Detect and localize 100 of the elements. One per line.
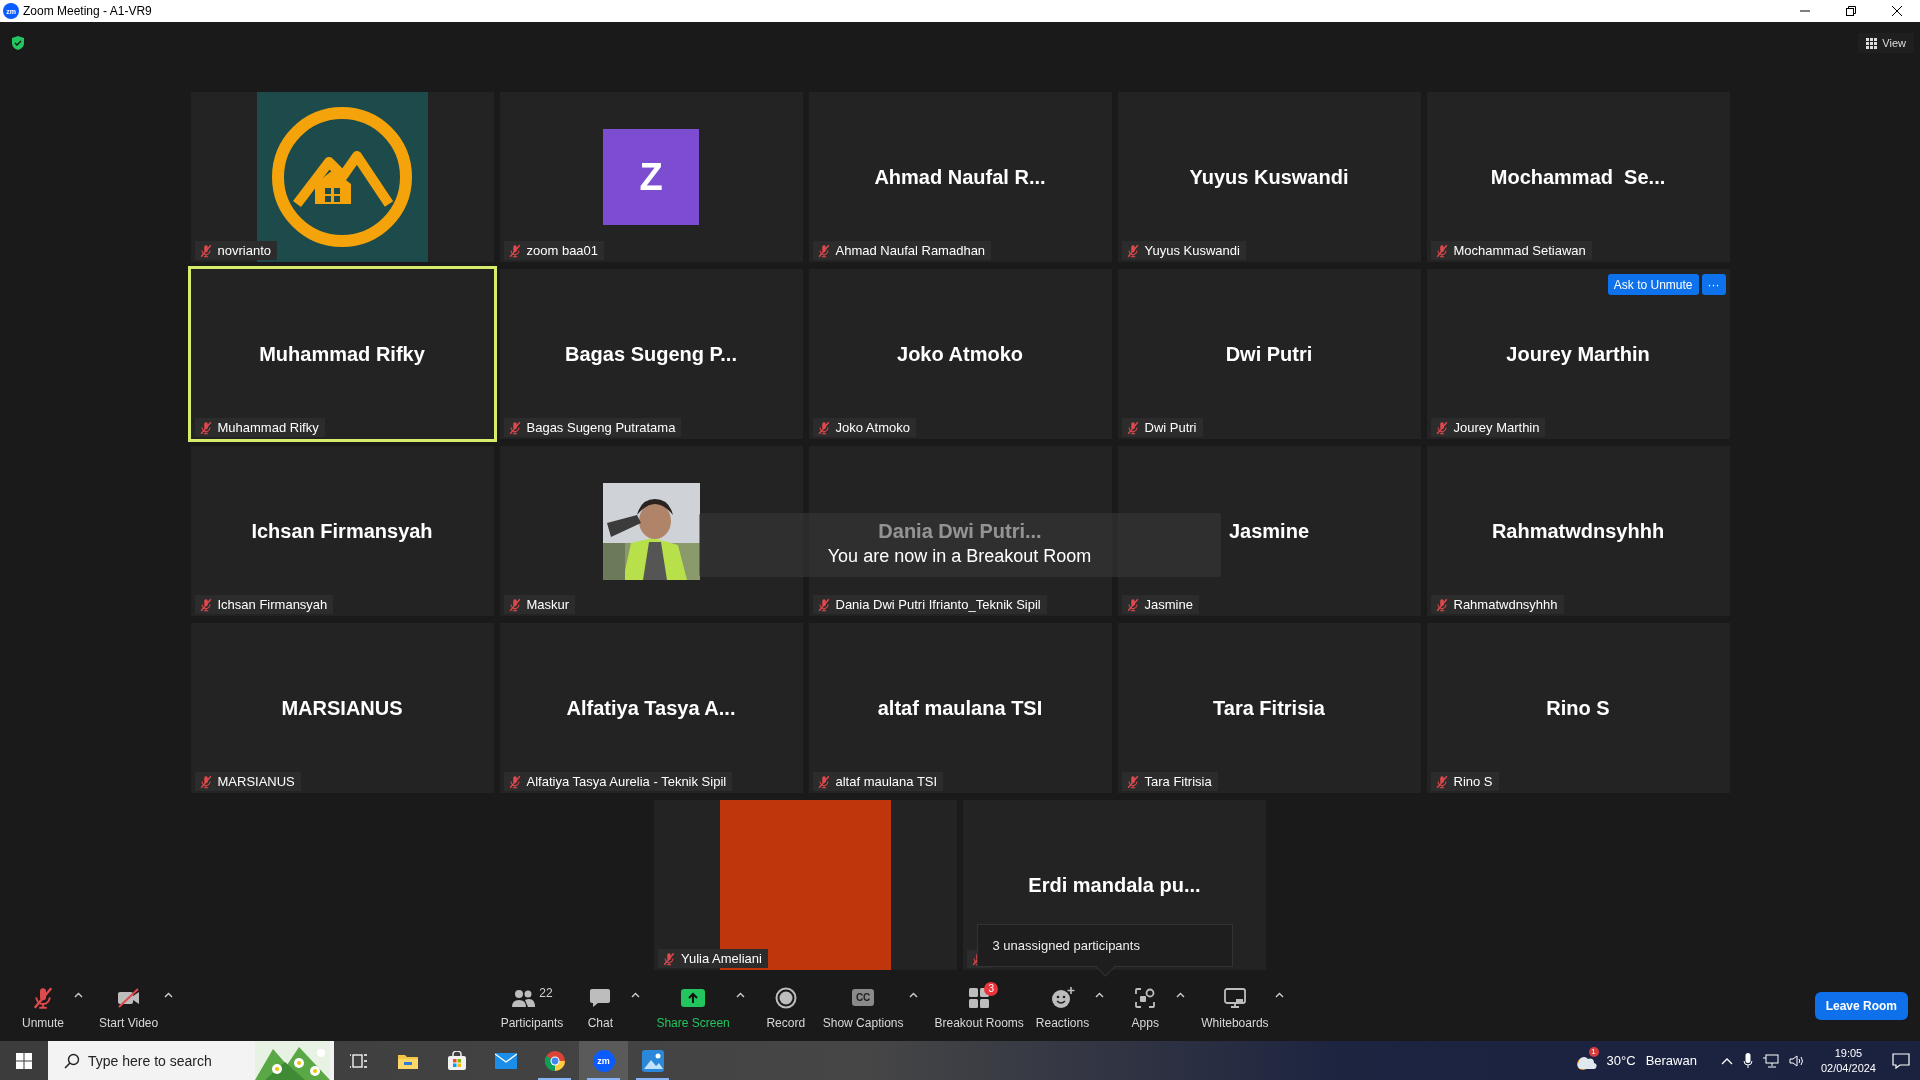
avatar: Z xyxy=(603,129,699,225)
participant-name: novrianto xyxy=(217,243,271,258)
weather-condition: Berawan xyxy=(1645,1053,1697,1068)
clock-time[interactable]: 19:05 xyxy=(1834,1045,1863,1061)
participant-name: Bagas Sugeng Putratama xyxy=(526,420,676,435)
participant-name: Maskur xyxy=(526,597,570,612)
participant-name: Ichsan Firmansyah xyxy=(251,519,433,543)
participant-name: Joko Atmoko xyxy=(835,420,910,435)
participant-name: MARSIANUS xyxy=(217,774,295,789)
task-view-icon xyxy=(349,1052,368,1069)
participant-name: altaf maulana TSI xyxy=(877,696,1043,720)
tooltip: 3 unassigned participants xyxy=(976,924,1233,967)
participant-name: Rahmatwdnsyhhh xyxy=(1491,519,1665,543)
notifications-icon[interactable] xyxy=(1892,1052,1910,1069)
chevron-up-icon[interactable] xyxy=(1720,1056,1733,1065)
participant-count: 22 xyxy=(539,985,553,1000)
caret-icon[interactable] xyxy=(1176,991,1186,998)
video-off-icon xyxy=(115,986,142,1009)
temperature: 30°C xyxy=(1606,1053,1636,1068)
participant-name: Muhammad Rifky xyxy=(259,342,425,366)
participant-name: Yulia Ameliani xyxy=(681,951,762,966)
participant-name: Bagas Sugeng P... xyxy=(565,342,737,366)
windows-logo-icon xyxy=(16,1052,32,1069)
video-button[interactable]: Start Video xyxy=(93,977,165,1034)
participant-name: Dania Dwi Putri... xyxy=(878,519,1042,543)
clock-date[interactable]: 02/04/2024 xyxy=(1820,1060,1876,1076)
captions-button[interactable]: CC Show Captions xyxy=(816,977,910,1034)
chrome-icon xyxy=(543,1049,566,1072)
restore-icon xyxy=(1846,6,1856,16)
participant-name: Mochammad Setiawan xyxy=(1453,243,1586,258)
participant-name: Dwi Putri xyxy=(1225,342,1313,366)
participant-name: Tara Fitrisia xyxy=(1213,696,1325,720)
participant-name: Ahmad Naufal R... xyxy=(874,165,1046,189)
participant-name: Jourey Marthin xyxy=(1453,420,1540,435)
caret-icon[interactable] xyxy=(631,991,641,998)
participant-name: Dwi Putri xyxy=(1144,420,1197,435)
mail-icon xyxy=(494,1052,517,1069)
breakout-button[interactable]: 3 Breakout Rooms xyxy=(928,977,1030,1034)
share-screen-icon xyxy=(681,988,706,1007)
people-icon xyxy=(511,987,536,1008)
search-bar[interactable]: Type here to search xyxy=(48,1041,334,1080)
whiteboard-icon xyxy=(1222,986,1247,1009)
store-icon xyxy=(446,1050,467,1071)
notification-badge: 3 xyxy=(984,981,999,996)
network-icon[interactable] xyxy=(1762,1053,1779,1068)
caret-icon[interactable] xyxy=(1274,991,1284,998)
whiteboard-button[interactable]: Whiteboards xyxy=(1195,977,1275,1034)
close-icon xyxy=(1892,6,1902,16)
photos-icon xyxy=(641,1049,664,1072)
participant-name: Jasmine xyxy=(1228,519,1310,543)
taskbar-app-button[interactable]: zm xyxy=(579,1041,628,1080)
apps-button[interactable]: Apps xyxy=(1114,977,1177,1034)
participant-name: Mochammad Se... xyxy=(1490,165,1666,189)
notification-badge: 1 xyxy=(1588,1046,1599,1057)
participant-name: Jourey Marthin xyxy=(1506,342,1650,366)
zoom-app-icon: zm xyxy=(592,1049,615,1072)
leave-room-button[interactable]: Leave Room xyxy=(1814,991,1908,1020)
chat-button[interactable]: Chat xyxy=(569,977,632,1034)
participant-name: Alfatiya Tasya A... xyxy=(566,696,736,720)
breakout-rooms-icon xyxy=(968,986,991,1009)
participants-button[interactable]: 22 Participants xyxy=(494,977,570,1034)
record-button[interactable]: Record xyxy=(754,977,817,1034)
participant-name: Dania Dwi Putri Ifrianto_Teknik Sipil xyxy=(835,597,1041,612)
participant-name: Joko Atmoko xyxy=(897,342,1023,366)
window-title: Zoom Meeting - A1-VR9 xyxy=(23,4,152,18)
participant-name: Ahmad Naufal Ramadhan xyxy=(835,243,986,258)
participant-name: Jasmine xyxy=(1144,597,1193,612)
participant-name: Yuyus Kuswandi xyxy=(1189,165,1349,189)
more-button[interactable]: ··· xyxy=(1701,274,1726,295)
participant-name: Rahmatwdnsyhhh xyxy=(1453,597,1558,612)
participant-name: Rino S xyxy=(1546,696,1610,720)
share-button[interactable]: Share Screen xyxy=(650,977,736,1034)
grid-icon xyxy=(1866,37,1878,49)
participant-name: Tara Fitrisia xyxy=(1144,774,1212,789)
chat-icon xyxy=(589,986,612,1009)
caret-icon[interactable] xyxy=(1095,991,1105,998)
participant-name: Muhammad Rifky xyxy=(217,420,319,435)
smiley-plus-icon xyxy=(1050,985,1075,1010)
ask-to-unmute-button[interactable]: Ask to Unmute xyxy=(1607,274,1699,295)
mic-button[interactable]: Unmute xyxy=(12,977,74,1034)
mic-icon[interactable] xyxy=(1742,1052,1753,1069)
apps-icon xyxy=(1134,986,1157,1009)
caret-icon[interactable] xyxy=(164,991,174,998)
volume-icon[interactable] xyxy=(1788,1053,1805,1068)
participant-name: altaf maulana TSI xyxy=(835,774,938,789)
muted-mic-icon xyxy=(31,985,55,1010)
search-icon xyxy=(64,1052,80,1069)
caret-icon[interactable] xyxy=(909,991,919,998)
participant-name: MARSIANUS xyxy=(281,696,403,720)
shield-icon[interactable] xyxy=(12,36,24,50)
caret-icon[interactable] xyxy=(74,991,83,998)
reactions-button[interactable]: Reactions xyxy=(1029,977,1096,1034)
participant-name: Yuyus Kuswandi xyxy=(1144,243,1240,258)
participant-name: Rino S xyxy=(1453,774,1493,789)
participant-name: Ichsan Firmansyah xyxy=(217,597,328,612)
participant-name: Alfatiya Tasya Aurelia - Teknik Sipil xyxy=(526,774,727,789)
view-button[interactable]: View xyxy=(1858,33,1914,53)
captions-icon: CC xyxy=(851,989,875,1006)
participant-name: Erdi mandala pu... xyxy=(1028,873,1201,897)
caret-icon[interactable] xyxy=(735,991,745,998)
